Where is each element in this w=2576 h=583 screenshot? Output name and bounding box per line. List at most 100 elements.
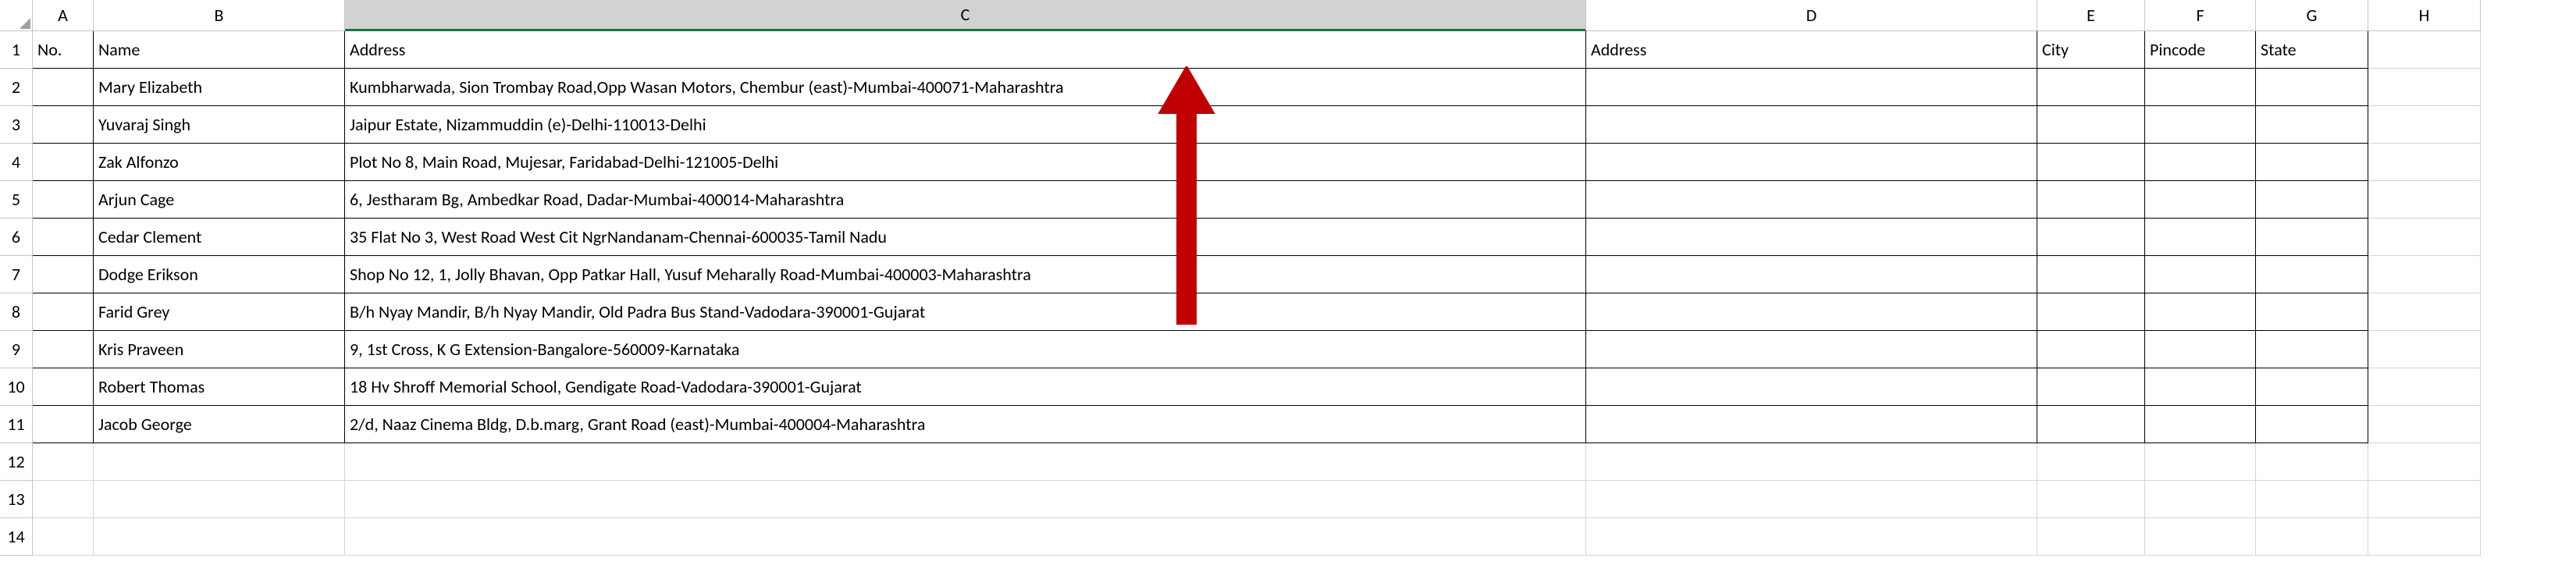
cell-B10[interactable]: Robert Thomas — [94, 368, 345, 406]
cell-F12[interactable] — [2145, 443, 2256, 481]
cell-C10[interactable]: 18 Hv Shroff Memorial School, Gendigate … — [345, 368, 1586, 406]
row-header-13[interactable]: 13 — [0, 481, 33, 518]
row-header-1[interactable]: 1 — [0, 31, 33, 69]
column-header-H[interactable]: H — [2368, 0, 2481, 31]
cell-G5[interactable] — [2256, 181, 2368, 219]
cell-A5[interactable] — [33, 181, 94, 219]
cell-B9[interactable]: Kris Praveen — [94, 331, 345, 368]
cell-B4[interactable]: Zak Alfonzo — [94, 144, 345, 181]
cell-B14[interactable] — [94, 518, 345, 556]
cell-A3[interactable] — [33, 106, 94, 144]
column-header-E[interactable]: E — [2037, 0, 2145, 31]
cell-D7[interactable] — [1586, 256, 2037, 293]
cell-H12[interactable] — [2368, 443, 2481, 481]
cell-F7[interactable] — [2145, 256, 2256, 293]
cell-C13[interactable] — [345, 481, 1586, 518]
cell-E5[interactable] — [2037, 181, 2145, 219]
column-header-C[interactable]: C — [345, 0, 1586, 31]
cell-B5[interactable]: Arjun Cage — [94, 181, 345, 219]
row-header-12[interactable]: 12 — [0, 443, 33, 481]
cell-H4[interactable] — [2368, 144, 2481, 181]
cell-B6[interactable]: Cedar Clement — [94, 219, 345, 256]
cell-D9[interactable] — [1586, 331, 2037, 368]
row-header-8[interactable]: 8 — [0, 293, 33, 331]
cell-G4[interactable] — [2256, 144, 2368, 181]
cell-E9[interactable] — [2037, 331, 2145, 368]
cell-F5[interactable] — [2145, 181, 2256, 219]
row-header-5[interactable]: 5 — [0, 181, 33, 219]
cell-C8[interactable]: B/h Nyay Mandir, B/h Nyay Mandir, Old Pa… — [345, 293, 1586, 331]
row-header-6[interactable]: 6 — [0, 219, 33, 256]
cell-F4[interactable] — [2145, 144, 2256, 181]
cell-E11[interactable] — [2037, 406, 2145, 443]
cell-F10[interactable] — [2145, 368, 2256, 406]
row-header-11[interactable]: 11 — [0, 406, 33, 443]
cell-G11[interactable] — [2256, 406, 2368, 443]
cell-H10[interactable] — [2368, 368, 2481, 406]
cell-G14[interactable] — [2256, 518, 2368, 556]
select-all-corner[interactable] — [0, 0, 33, 31]
cell-F2[interactable] — [2145, 69, 2256, 106]
cell-F3[interactable] — [2145, 106, 2256, 144]
cell-G9[interactable] — [2256, 331, 2368, 368]
cell-C2[interactable]: Kumbharwada, Sion Trombay Road,Opp Wasan… — [345, 69, 1586, 106]
row-header-4[interactable]: 4 — [0, 144, 33, 181]
cell-D8[interactable] — [1586, 293, 2037, 331]
cell-A11[interactable] — [33, 406, 94, 443]
row-header-10[interactable]: 10 — [0, 368, 33, 406]
cell-E2[interactable] — [2037, 69, 2145, 106]
cell-H6[interactable] — [2368, 219, 2481, 256]
column-header-A[interactable]: A — [33, 0, 94, 31]
cell-E8[interactable] — [2037, 293, 2145, 331]
cell-H7[interactable] — [2368, 256, 2481, 293]
cell-H13[interactable] — [2368, 481, 2481, 518]
cell-D6[interactable] — [1586, 219, 2037, 256]
cell-D4[interactable] — [1586, 144, 2037, 181]
cell-G7[interactable] — [2256, 256, 2368, 293]
cell-G3[interactable] — [2256, 106, 2368, 144]
cell-H14[interactable] — [2368, 518, 2481, 556]
cell-D11[interactable] — [1586, 406, 2037, 443]
cell-D1[interactable]: Address — [1586, 31, 2037, 69]
cell-G10[interactable] — [2256, 368, 2368, 406]
row-header-2[interactable]: 2 — [0, 69, 33, 106]
cell-F8[interactable] — [2145, 293, 2256, 331]
cell-C4[interactable]: Plot No 8, Main Road, Mujesar, Faridabad… — [345, 144, 1586, 181]
cell-E12[interactable] — [2037, 443, 2145, 481]
cell-F13[interactable] — [2145, 481, 2256, 518]
cell-A12[interactable] — [33, 443, 94, 481]
cell-B3[interactable]: Yuvaraj Singh — [94, 106, 345, 144]
cell-E6[interactable] — [2037, 219, 2145, 256]
cell-E7[interactable] — [2037, 256, 2145, 293]
cell-E13[interactable] — [2037, 481, 2145, 518]
cell-E1[interactable]: City — [2037, 31, 2145, 69]
cell-E14[interactable] — [2037, 518, 2145, 556]
cell-A6[interactable] — [33, 219, 94, 256]
cell-G6[interactable] — [2256, 219, 2368, 256]
cell-C5[interactable]: 6, Jestharam Bg, Ambedkar Road, Dadar-Mu… — [345, 181, 1586, 219]
cell-C11[interactable]: 2/d, Naaz Cinema Bldg, D.b.marg, Grant R… — [345, 406, 1586, 443]
cell-E4[interactable] — [2037, 144, 2145, 181]
row-header-9[interactable]: 9 — [0, 331, 33, 368]
cell-A7[interactable] — [33, 256, 94, 293]
cell-H11[interactable] — [2368, 406, 2481, 443]
cell-F6[interactable] — [2145, 219, 2256, 256]
cell-E10[interactable] — [2037, 368, 2145, 406]
cell-C3[interactable]: Jaipur Estate, Nizammuddin (e)-Delhi-110… — [345, 106, 1586, 144]
cell-D2[interactable] — [1586, 69, 2037, 106]
cell-A2[interactable] — [33, 69, 94, 106]
cell-B7[interactable]: Dodge Erikson — [94, 256, 345, 293]
cell-C1[interactable]: Address — [345, 31, 1586, 69]
cell-D12[interactable] — [1586, 443, 2037, 481]
cell-D3[interactable] — [1586, 106, 2037, 144]
cell-C6[interactable]: 35 Flat No 3, West Road West Cit NgrNand… — [345, 219, 1586, 256]
cell-C12[interactable] — [345, 443, 1586, 481]
cell-H8[interactable] — [2368, 293, 2481, 331]
cell-F1[interactable]: Pincode — [2145, 31, 2256, 69]
cell-G8[interactable] — [2256, 293, 2368, 331]
cell-G13[interactable] — [2256, 481, 2368, 518]
cell-C14[interactable] — [345, 518, 1586, 556]
cell-G12[interactable] — [2256, 443, 2368, 481]
cell-H3[interactable] — [2368, 106, 2481, 144]
cell-F14[interactable] — [2145, 518, 2256, 556]
